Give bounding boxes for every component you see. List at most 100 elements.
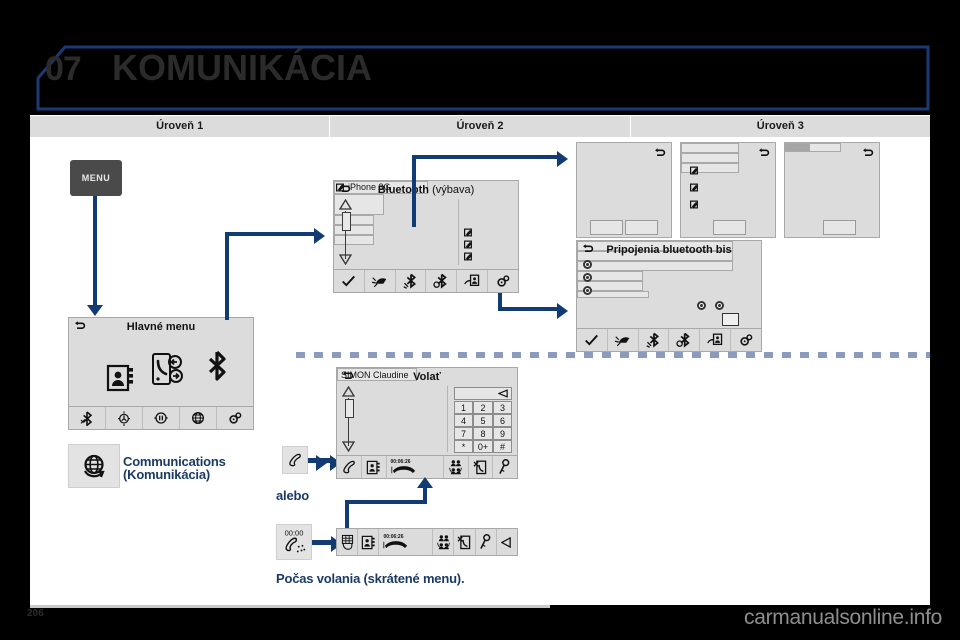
scroll-down-icon[interactable] bbox=[342, 441, 355, 452]
softkey-check[interactable] bbox=[577, 329, 608, 351]
softkey-mic[interactable] bbox=[493, 456, 517, 478]
softkey-mute[interactable] bbox=[454, 529, 476, 555]
media-icon bbox=[154, 412, 168, 424]
softkey-transfer[interactable] bbox=[444, 456, 469, 478]
softkey-handset[interactable] bbox=[337, 456, 362, 478]
softkey-pair[interactable] bbox=[639, 329, 670, 351]
back-arrow-icon[interactable] bbox=[653, 147, 666, 160]
svg-text:00:00: 00:00 bbox=[285, 528, 304, 537]
communications-tile[interactable] bbox=[68, 444, 120, 488]
softkey-settings[interactable] bbox=[488, 270, 518, 292]
level3b-button[interactable] bbox=[713, 220, 746, 235]
back-arrow-icon[interactable] bbox=[757, 147, 770, 160]
keypad-key-zero[interactable]: 0+ bbox=[473, 440, 493, 453]
softkey-device[interactable] bbox=[457, 270, 489, 292]
softkey-phonebook[interactable] bbox=[358, 529, 380, 555]
keypad-key-5[interactable]: 5 bbox=[473, 414, 493, 427]
keypad-key-6[interactable]: 6 bbox=[493, 414, 512, 427]
softkey-globe[interactable] bbox=[180, 407, 217, 429]
softkey-unpair[interactable] bbox=[669, 329, 701, 351]
back-arrow-icon[interactable] bbox=[861, 147, 874, 160]
clock-tile[interactable]: 00:00 bbox=[276, 524, 312, 560]
keypad-key-7[interactable]: 7 bbox=[454, 427, 473, 440]
softkey-disconnect[interactable] bbox=[365, 270, 396, 292]
connection-radio-4[interactable] bbox=[697, 301, 706, 310]
keypad-key-star[interactable]: * bbox=[454, 440, 473, 453]
softkey-unpair[interactable] bbox=[426, 270, 458, 292]
softkey-settings[interactable] bbox=[731, 329, 761, 351]
softkey-pair[interactable] bbox=[396, 270, 427, 292]
arrow-mainmenu-to-bluetooth-head bbox=[314, 228, 325, 244]
bluetooth-softkey-bar bbox=[334, 269, 518, 292]
softkey-mic[interactable] bbox=[476, 529, 497, 555]
softkey-hangup[interactable]: 00:06:26 bbox=[387, 456, 444, 478]
scroll-up-icon[interactable] bbox=[342, 386, 355, 397]
level3b-row-2[interactable] bbox=[681, 153, 739, 163]
softkey-navigation[interactable] bbox=[106, 407, 143, 429]
connection-radio-3[interactable] bbox=[583, 286, 592, 295]
bluetooth-scrollbar[interactable] bbox=[339, 199, 352, 265]
softkey-disconnect[interactable] bbox=[608, 329, 639, 351]
softkey-media[interactable] bbox=[143, 407, 180, 429]
softkey-keypad[interactable] bbox=[337, 529, 359, 555]
unpair-icon bbox=[433, 273, 448, 289]
call-transfer-icon[interactable] bbox=[151, 352, 185, 388]
softkey-bluetooth-off[interactable] bbox=[69, 407, 106, 429]
call-number-display[interactable] bbox=[454, 387, 512, 400]
connection-row-3[interactable] bbox=[577, 261, 733, 271]
arrow-handset-to-call bbox=[312, 458, 332, 463]
handset-tile[interactable] bbox=[282, 446, 308, 474]
arrow-menu-to-mainmenu-head bbox=[87, 305, 103, 316]
keypad-key-3[interactable]: 3 bbox=[493, 401, 512, 414]
backspace-icon[interactable] bbox=[498, 389, 508, 398]
during-call-label: Počas volania (skrátené menu). bbox=[276, 571, 465, 586]
bluetooth-icon[interactable] bbox=[205, 350, 229, 384]
arrow-bt-up bbox=[412, 155, 416, 227]
level3a-button-right[interactable] bbox=[625, 220, 658, 235]
softkey-transfer[interactable] bbox=[433, 529, 455, 555]
screen-in-call-bar[interactable]: 00:06:26 bbox=[336, 528, 518, 556]
level3b-row-1[interactable] bbox=[681, 143, 739, 153]
softkey-hangup[interactable]: 00:06:26 bbox=[379, 529, 434, 555]
keypad-key-9[interactable]: 9 bbox=[493, 427, 512, 440]
checkbox-pen-icon[interactable] bbox=[690, 200, 699, 209]
keypad-key-4[interactable]: 4 bbox=[454, 414, 473, 427]
screen-level3-c[interactable] bbox=[784, 142, 880, 238]
phonebook-icon[interactable] bbox=[105, 362, 137, 394]
softkey-mute[interactable] bbox=[469, 456, 494, 478]
softkey-phonebook[interactable] bbox=[362, 456, 387, 478]
screen-main-menu[interactable]: Hlavné menu bbox=[68, 317, 254, 430]
screen-level3-b[interactable] bbox=[680, 142, 776, 238]
screen-bluetooth[interactable]: Bluetooth (výbava) iPhone 3G bbox=[333, 180, 519, 293]
checkbox-pen-icon[interactable] bbox=[690, 183, 699, 192]
softkey-device[interactable] bbox=[700, 329, 732, 351]
connection-radio-5[interactable] bbox=[715, 301, 724, 310]
menu-button-label: MENU bbox=[81, 173, 111, 183]
disconnect-icon bbox=[372, 276, 387, 287]
screen-bt-connections[interactable]: Pripojenia bluetooth bis bbox=[576, 240, 762, 352]
scroll-up-icon[interactable] bbox=[339, 199, 352, 210]
call-scrollbar[interactable] bbox=[342, 386, 355, 452]
keypad-key-hash[interactable]: # bbox=[493, 440, 512, 453]
level-2-header: Úroveň 2 bbox=[330, 116, 631, 137]
level3c-button[interactable] bbox=[823, 220, 856, 235]
level-header-row: Úroveň 1 Úroveň 2 Úroveň 3 bbox=[30, 116, 930, 138]
level3a-button-left[interactable] bbox=[590, 220, 623, 235]
mic-icon bbox=[479, 534, 490, 549]
screen-call[interactable]: Volať SIMON Claudine 1 2 3 4 5 6 7 8 9 *… bbox=[336, 367, 518, 479]
keypad-key-1[interactable]: 1 bbox=[454, 401, 473, 414]
mute-icon bbox=[457, 535, 471, 550]
softkey-settings[interactable] bbox=[217, 407, 253, 429]
softkey-back-triangle[interactable] bbox=[497, 529, 517, 555]
softkey-check[interactable] bbox=[334, 270, 365, 292]
keypad-key-2[interactable]: 2 bbox=[473, 401, 493, 414]
connection-radio-1[interactable] bbox=[583, 260, 592, 269]
connection-radio-2[interactable] bbox=[583, 273, 592, 282]
menu-hardware-button[interactable]: MENU bbox=[70, 160, 122, 196]
scroll-down-icon[interactable] bbox=[339, 254, 352, 265]
screen-level3-a[interactable] bbox=[576, 142, 672, 238]
arrow-mainmenu-vert bbox=[225, 232, 229, 320]
keypad-key-8[interactable]: 8 bbox=[473, 427, 493, 440]
checkbox-pen-icon[interactable] bbox=[690, 166, 699, 175]
connection-slider-thumb[interactable] bbox=[722, 313, 739, 326]
